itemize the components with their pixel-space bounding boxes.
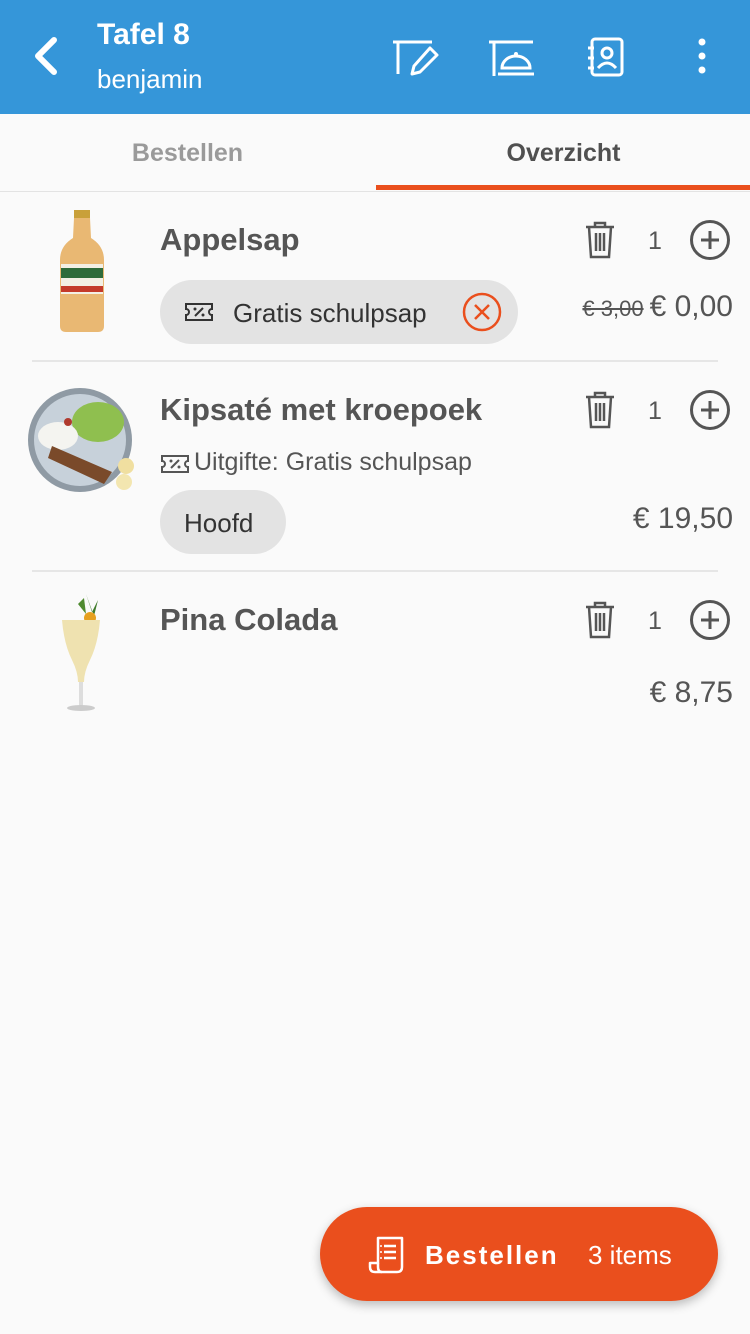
tab-indicator <box>376 185 750 190</box>
item-price: € 3,00 € 0,00 <box>582 290 733 324</box>
page-subtitle: benjamin <box>97 64 203 94</box>
item-price: € 8,75 <box>649 676 733 709</box>
trash-icon[interactable] <box>584 391 616 429</box>
ticket-icon <box>161 455 189 473</box>
table-service-icon[interactable] <box>486 36 536 82</box>
item-name: Kipsaté met kroepoek <box>160 392 483 427</box>
contact-book-icon[interactable] <box>584 36 634 82</box>
discount-chip[interactable]: Gratis schulpsap <box>160 280 518 344</box>
back-icon[interactable] <box>28 36 64 76</box>
receipt-icon <box>368 1236 404 1274</box>
item-price: € 19,50 <box>632 502 733 535</box>
issue-info-label: Uitgifte: Gratis schulpsap <box>194 448 472 476</box>
item-old-price: € 3,00 <box>582 296 644 321</box>
kipsate-dish-image <box>28 388 134 492</box>
discount-chip-label: Gratis schulpsap <box>233 298 427 328</box>
item-new-price: € 0,00 <box>649 290 733 323</box>
place-order-button[interactable]: Bestellen 3 items <box>320 1207 718 1301</box>
add-quantity-icon[interactable] <box>689 599 731 641</box>
item-quantity: 1 <box>648 607 662 635</box>
page-title: Tafel 8 <box>97 18 190 51</box>
item-name: Appelsap <box>160 222 300 257</box>
trash-icon[interactable] <box>584 601 616 639</box>
remove-discount-icon[interactable] <box>462 292 502 332</box>
item-count: 3 items <box>588 1240 672 1270</box>
edit-table-icon[interactable] <box>390 36 440 82</box>
order-item: Kipsaté met kroepoek 1 Uitgifte: Gratis … <box>0 362 750 572</box>
ticket-icon <box>185 303 213 321</box>
add-quantity-icon[interactable] <box>689 219 731 261</box>
tab-bar: Bestellen Overzicht <box>0 114 750 192</box>
tab-overzicht[interactable]: Overzicht <box>376 114 750 190</box>
item-quantity: 1 <box>648 227 662 255</box>
order-item: Pina Colada 1 € 8,75 <box>0 572 750 722</box>
add-quantity-icon[interactable] <box>689 389 731 431</box>
trash-icon[interactable] <box>584 221 616 259</box>
order-item: Appelsap 1 Gratis schulpsap € 3,00 € 0,00 <box>0 192 750 362</box>
item-quantity: 1 <box>648 397 662 425</box>
item-name: Pina Colada <box>160 602 338 637</box>
place-order-label: Bestellen <box>425 1240 559 1270</box>
appelsap-bottle-image <box>60 210 104 332</box>
tab-bestellen[interactable]: Bestellen <box>0 114 375 190</box>
course-chip[interactable]: Hoofd <box>160 490 286 554</box>
app-bar: Tafel 8 benjamin <box>0 0 750 114</box>
issue-info: Uitgifte: Gratis schulpsap <box>160 448 472 477</box>
pina-colada-image <box>62 594 100 711</box>
course-chip-label: Hoofd <box>184 508 254 538</box>
more-vert-icon[interactable] <box>686 36 718 76</box>
